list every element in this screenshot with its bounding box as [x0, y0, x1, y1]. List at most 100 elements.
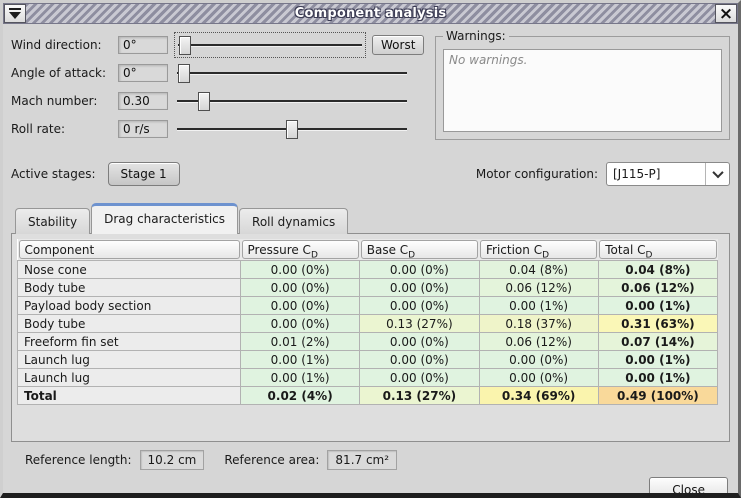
- angle-of-attack-label: Angle of attack:: [11, 66, 118, 80]
- drag-characteristics-panel: Component Pressure CD Base CD Friction C…: [11, 233, 730, 442]
- value-cell: 0.06 (12%): [479, 279, 598, 297]
- drag-table: Component Pressure CD Base CD Friction C…: [17, 239, 718, 405]
- value-cell: 0.00 (0%): [360, 297, 479, 315]
- value-cell: 0.00 (0%): [360, 279, 479, 297]
- slider-thumb[interactable]: [178, 64, 190, 83]
- value-cell: 0.00 (0%): [241, 279, 360, 297]
- value-cell: 0.00 (1%): [598, 297, 717, 315]
- reference-length-label: Reference length:: [25, 453, 132, 467]
- slider-thumb[interactable]: [198, 92, 210, 111]
- close-row: Close: [11, 477, 730, 498]
- roll-rate-row: Roll rate:: [11, 115, 423, 143]
- wind-direction-slider-focus: [174, 32, 366, 58]
- titlebar: Component analysis ×: [3, 3, 738, 24]
- value-cell: 0.00 (0%): [360, 333, 479, 351]
- value-cell: 0.00 (1%): [598, 351, 717, 369]
- header-base-cd[interactable]: Base CD: [361, 240, 478, 259]
- angle-of-attack-row: Angle of attack:: [11, 59, 423, 87]
- slider-track: [178, 44, 362, 46]
- window-title: Component analysis: [26, 4, 715, 23]
- reference-area-value: 81.7 cm²: [327, 450, 397, 470]
- active-stages-label: Active stages:: [11, 167, 96, 181]
- table-row: Body tube0.00 (0%)0.13 (27%)0.18 (37%)0.…: [18, 315, 718, 333]
- value-cell: 0.00 (0%): [479, 351, 598, 369]
- window-menu-icon: [9, 8, 21, 19]
- mach-number-slider[interactable]: [176, 90, 408, 112]
- table-row: Freeform fin set0.01 (2%)0.00 (0%)0.06 (…: [18, 333, 718, 351]
- value-cell: 0.13 (27%): [360, 315, 479, 333]
- component-cell: Freeform fin set: [18, 333, 241, 351]
- roll-rate-field[interactable]: [118, 120, 168, 138]
- component-cell: Launch lug: [18, 369, 241, 387]
- value-cell: 0.00 (0%): [360, 351, 479, 369]
- window-menu-button[interactable]: [4, 4, 26, 23]
- stage-motor-row: Active stages: Stage 1 Motor configurati…: [11, 160, 730, 188]
- value-cell: 0.06 (12%): [598, 279, 717, 297]
- worst-button[interactable]: Worst: [372, 35, 424, 55]
- value-cell: 0.13 (27%): [360, 387, 479, 405]
- roll-rate-slider[interactable]: [176, 118, 408, 140]
- value-cell: 0.00 (0%): [241, 315, 360, 333]
- table-row: Launch lug0.00 (1%)0.00 (0%)0.00 (0%)0.0…: [18, 351, 718, 369]
- reference-row: Reference length: 10.2 cm Reference area…: [25, 450, 730, 470]
- header-total-cd[interactable]: Total CD: [599, 240, 716, 259]
- value-cell: 0.07 (14%): [598, 333, 717, 351]
- header-component[interactable]: Component: [19, 240, 240, 259]
- wind-direction-row: Wind direction: Worst: [11, 31, 423, 59]
- stage-1-toggle[interactable]: Stage 1: [108, 162, 180, 186]
- mach-number-label: Mach number:: [11, 94, 118, 108]
- drag-table-body: Nose cone0.00 (0%)0.00 (0%)0.04 (8%)0.04…: [18, 261, 718, 405]
- header-friction-cd[interactable]: Friction CD: [480, 240, 597, 259]
- component-cell: Nose cone: [18, 261, 241, 279]
- component-cell: Launch lug: [18, 351, 241, 369]
- component-analysis-dialog: Component analysis × Wind direction: Wor…: [0, 0, 741, 498]
- value-cell: 0.00 (0%): [479, 369, 598, 387]
- reference-length-value: 10.2 cm: [140, 450, 205, 470]
- value-cell: 0.00 (1%): [241, 369, 360, 387]
- value-cell: 0.00 (0%): [241, 261, 360, 279]
- value-cell: 0.00 (1%): [479, 297, 598, 315]
- wind-direction-label: Wind direction:: [11, 38, 118, 52]
- value-cell: 0.00 (1%): [598, 369, 717, 387]
- value-cell: 0.04 (8%): [479, 261, 598, 279]
- angle-of-attack-field[interactable]: [118, 64, 168, 82]
- motor-configuration-select[interactable]: [J115-P]: [606, 162, 730, 186]
- wind-direction-slider[interactable]: [177, 34, 363, 56]
- no-warnings-text: No warnings.: [449, 53, 527, 67]
- component-cell: Payload body section: [18, 297, 241, 315]
- angle-of-attack-slider[interactable]: [176, 62, 408, 84]
- tab-roll-dynamics[interactable]: Roll dynamics: [239, 208, 348, 234]
- value-cell: 0.34 (69%): [479, 387, 598, 405]
- table-header-row: Component Pressure CD Base CD Friction C…: [18, 239, 718, 261]
- table-row: Nose cone0.00 (0%)0.00 (0%)0.04 (8%)0.04…: [18, 261, 718, 279]
- roll-rate-label: Roll rate:: [11, 122, 118, 136]
- slider-thumb[interactable]: [179, 36, 191, 55]
- warnings-title: Warnings:: [443, 29, 509, 43]
- value-cell: 0.18 (37%): [479, 315, 598, 333]
- value-cell: 0.00 (0%): [360, 369, 479, 387]
- tab-stability[interactable]: Stability: [15, 208, 90, 234]
- flight-condition-controls: Wind direction: Worst Angle of attack:: [11, 31, 423, 143]
- reference-area-label: Reference area:: [224, 453, 319, 467]
- header-pressure-cd[interactable]: Pressure CD: [242, 240, 359, 259]
- value-cell: 0.00 (0%): [241, 297, 360, 315]
- mach-number-field[interactable]: [118, 92, 168, 110]
- warnings-group: Warnings: No warnings.: [435, 36, 730, 140]
- motor-configuration-value: [J115-P]: [607, 167, 705, 181]
- value-cell: 0.06 (12%): [479, 333, 598, 351]
- chevron-down-icon: [705, 163, 729, 185]
- mach-number-row: Mach number:: [11, 87, 423, 115]
- slider-thumb[interactable]: [286, 120, 298, 139]
- window-close-button[interactable]: ×: [715, 4, 737, 23]
- warnings-list: No warnings.: [443, 49, 722, 132]
- value-cell: 0.01 (2%): [241, 333, 360, 351]
- value-cell: 0.00 (0%): [360, 261, 479, 279]
- close-button[interactable]: Close: [649, 477, 728, 498]
- component-cell: Body tube: [18, 279, 241, 297]
- close-icon: ×: [719, 7, 733, 21]
- slider-track: [177, 72, 407, 74]
- tab-drag-characteristics[interactable]: Drag characteristics: [91, 203, 238, 234]
- component-cell: Body tube: [18, 315, 241, 333]
- wind-direction-field[interactable]: [118, 36, 168, 54]
- table-row: Launch lug0.00 (1%)0.00 (0%)0.00 (0%)0.0…: [18, 369, 718, 387]
